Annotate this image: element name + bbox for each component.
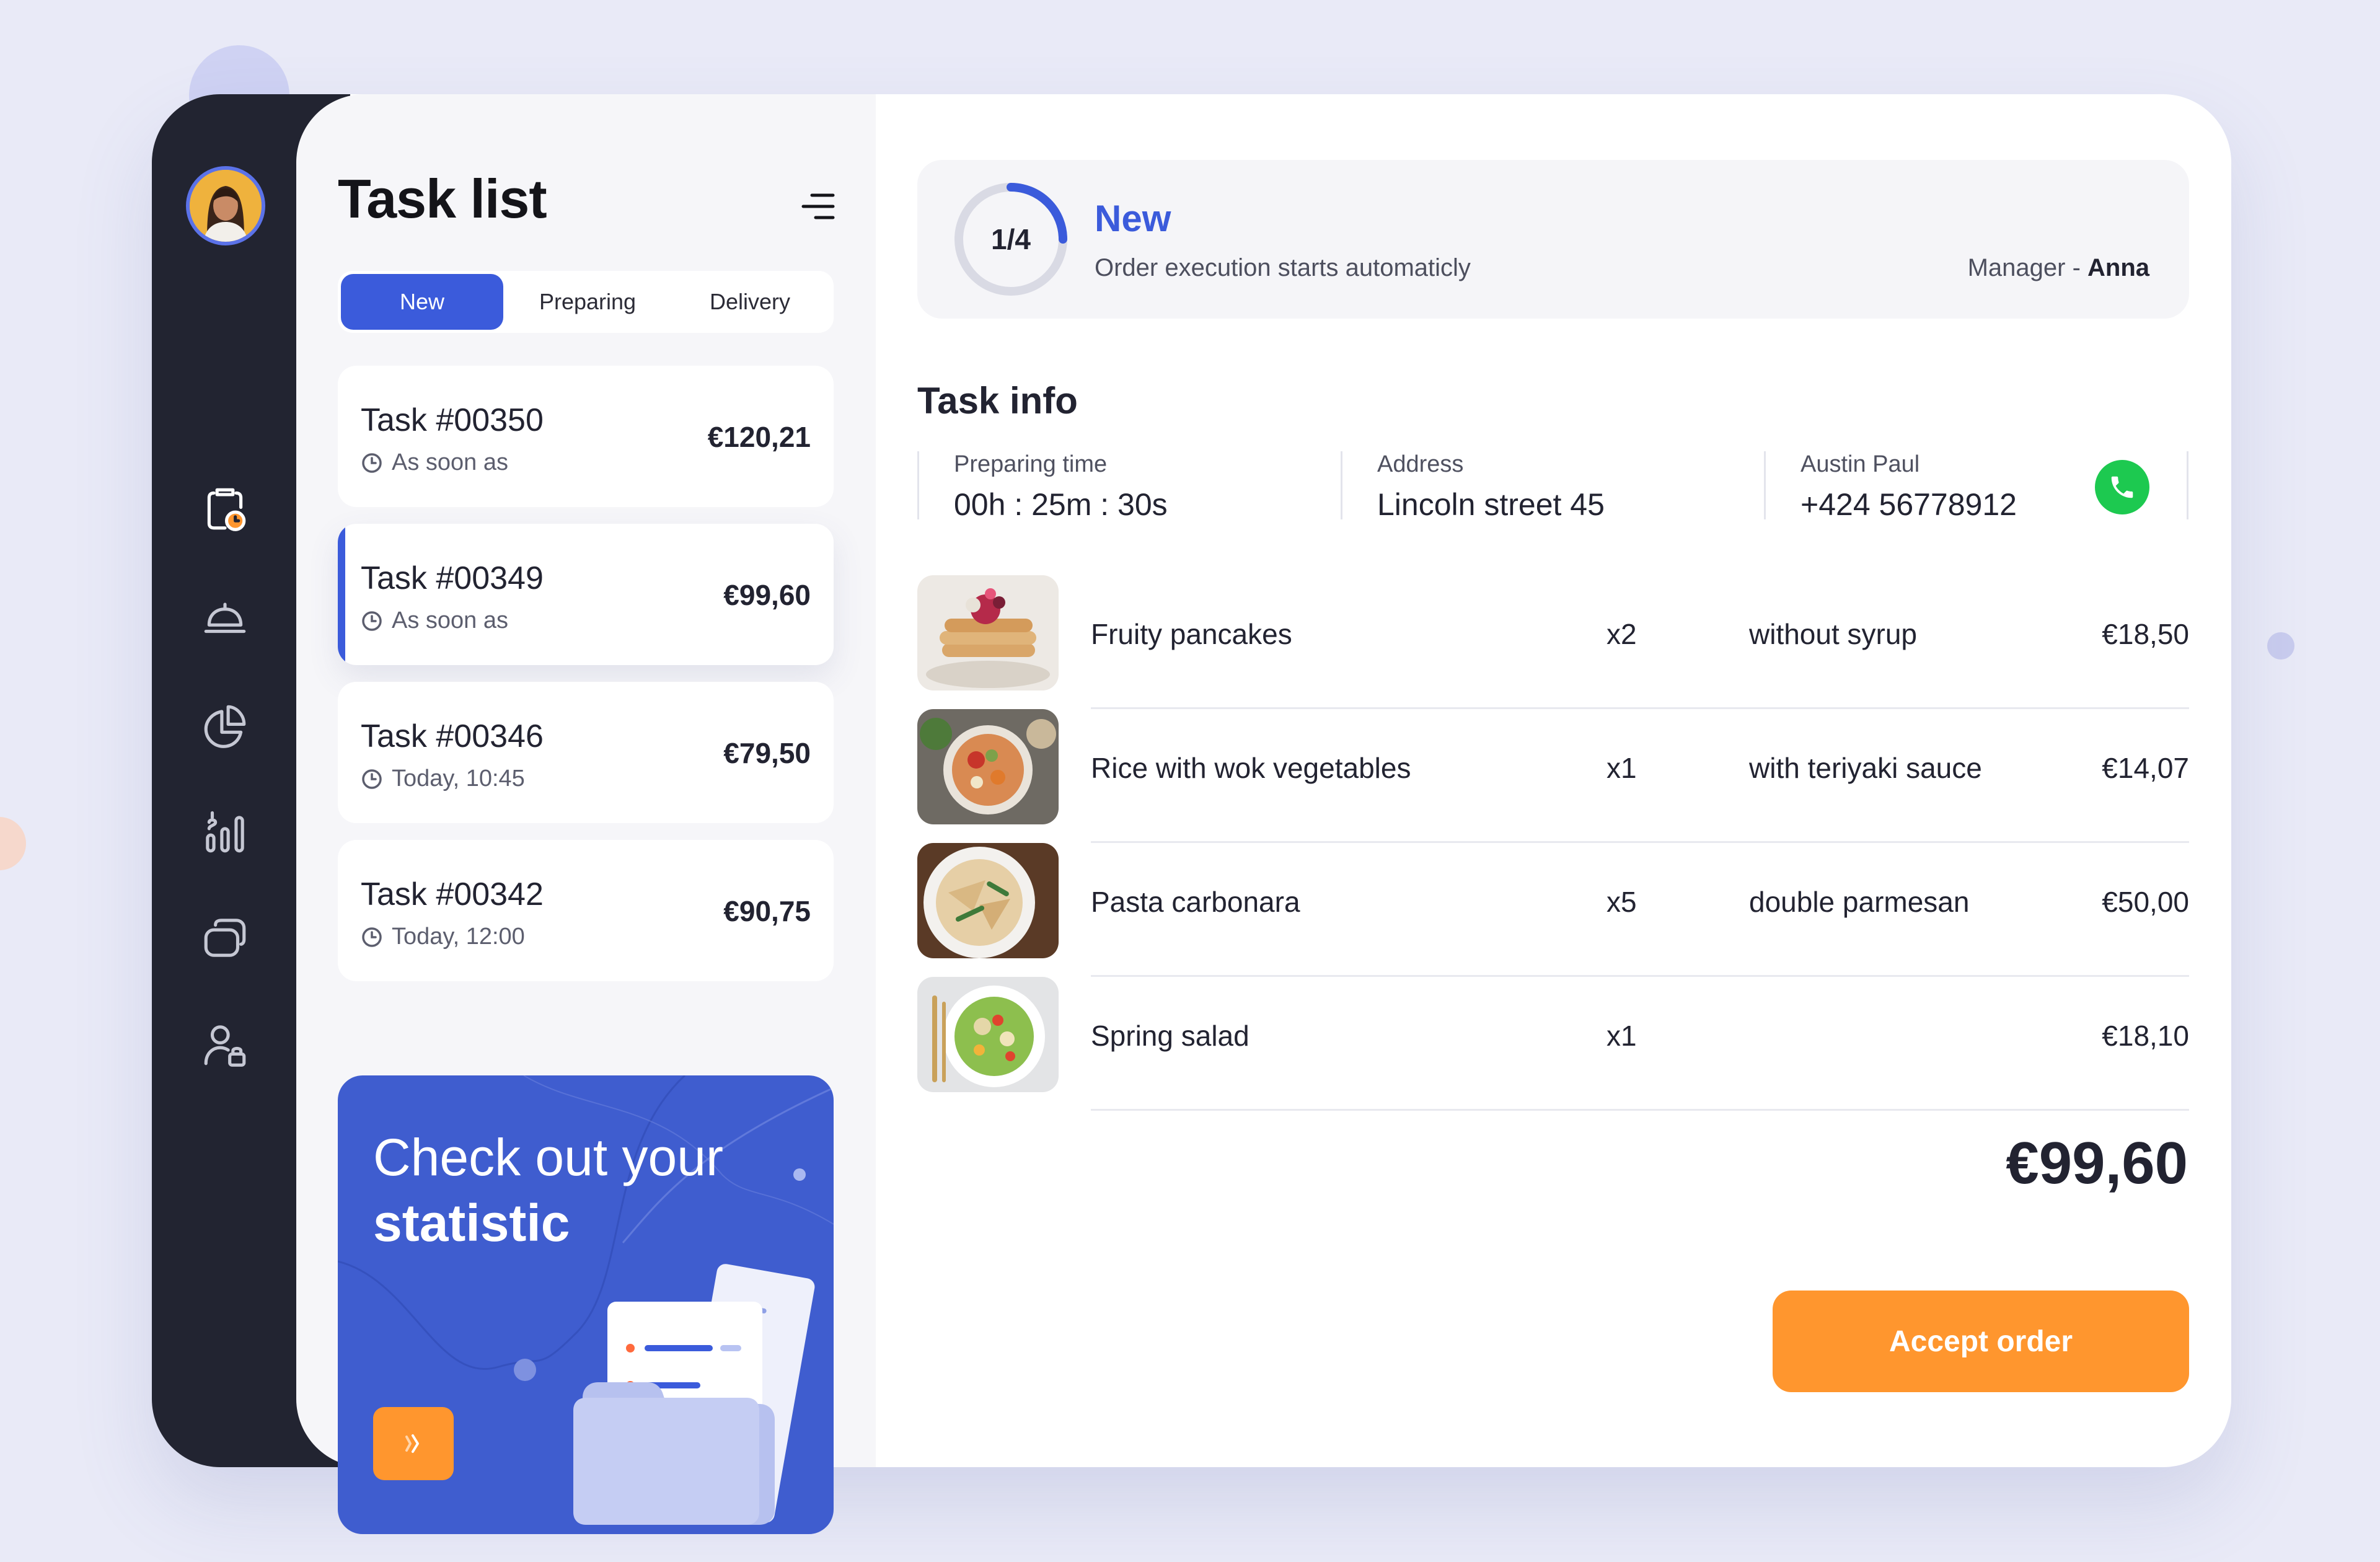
cards-icon[interactable] [197,910,253,966]
chevron-right-icon [405,1434,419,1453]
task-price: €120,21 [707,421,811,453]
user-lock-icon[interactable] [197,1017,253,1072]
item-name: Spring salad [1091,1020,1250,1052]
manager-name: Anna [2087,254,2149,281]
progress-label: 1/4 [991,223,1031,255]
finance-bars-icon[interactable] [197,804,253,860]
item-note: with teriyaki sauce [1749,752,1982,784]
cloche-icon[interactable] [197,591,253,646]
order-total: €99,60 [2006,1130,2188,1196]
address: Address Lincoln street 45 [1341,451,1762,522]
filter-menu-icon[interactable] [800,188,837,225]
task-time: As soon as [361,449,508,476]
task-card-selected[interactable]: Task #00349 As soon as €99,60 [338,524,834,665]
preparing-time-label: Preparing time [954,451,1108,477]
task-price: €79,50 [723,737,811,769]
item-quantity: x2 [1606,618,1637,650]
task-number: Task #00350 [361,402,544,438]
address-label: Address [1377,451,1464,477]
order-item-row[interactable]: Rice with wok vegetables x1 with teriyak… [917,709,2189,843]
status-tabs: New Preparing Delivery [338,271,834,333]
contact-phone[interactable]: +424 56778912 [1800,487,2074,523]
task-number: Task #00346 [361,718,544,754]
info-divider [2187,451,2188,519]
item-price: €14,07 [2102,752,2189,784]
status-title: New [1095,198,1171,239]
task-price: €90,75 [723,895,811,927]
statistic-promo-card: Check out your statistic [338,1075,834,1534]
salad-photo [917,977,1059,1092]
item-name: Pasta carbonara [1091,886,1300,918]
task-time-text: As soon as [392,449,508,475]
task-time: As soon as [361,607,508,634]
tab-delivery[interactable]: Delivery [669,274,831,330]
contact: Austin Paul +424 56778912 [1764,451,2074,522]
clock-icon [362,611,382,631]
call-button[interactable] [2095,460,2149,514]
item-name: Rice with wok vegetables [1091,752,1411,784]
preparing-time: Preparing time 00h : 25m : 30s [917,451,1339,522]
clock-icon [362,927,382,947]
orders-clock-icon[interactable] [197,481,253,537]
item-quantity: x1 [1606,752,1637,784]
accept-order-button[interactable]: Accept order [1773,1291,2189,1392]
item-price: €50,00 [2102,886,2189,918]
item-price: €18,10 [2102,1020,2189,1052]
task-time-text: As soon as [392,607,508,633]
promo-next-button[interactable] [373,1407,454,1480]
item-quantity: x5 [1606,886,1637,918]
task-card[interactable]: Task #00342 Today, 12:00 €90,75 [338,840,834,981]
background-dot [2267,632,2294,660]
clock-icon [362,769,382,789]
task-time-text: Today, 10:45 [392,766,525,792]
pancakes-photo [917,575,1059,691]
item-name: Fruity pancakes [1091,618,1292,650]
task-card[interactable]: Task #00350 As soon as €120,21 [338,366,834,507]
item-note: double parmesan [1749,886,1970,918]
task-price: €99,60 [723,579,811,611]
task-number: Task #00342 [361,876,544,912]
order-item-row[interactable]: Fruity pancakes x2 without syrup €18,50 [917,575,2189,709]
manager-label: Manager - [1967,254,2087,281]
task-time-text: Today, 12:00 [392,924,525,950]
avatar[interactable] [186,166,265,245]
divider [1091,1109,2189,1111]
selection-indicator [338,524,345,665]
preparing-time-value: 00h : 25m : 30s [954,487,1168,522]
order-item-row[interactable]: Spring salad x1 €18,10 [917,977,2189,1111]
phone-icon [2111,476,2133,498]
tab-new[interactable]: New [341,274,503,330]
manager-info: Manager - Anna [1968,254,2149,282]
clock-icon [362,452,382,473]
pasta-photo [917,843,1059,958]
contact-name: Austin Paul [1800,451,1920,477]
task-time: Today, 12:00 [361,924,525,950]
item-quantity: x1 [1606,1020,1637,1052]
task-time: Today, 10:45 [361,766,525,792]
promo-title-line2: statistic [373,1194,570,1252]
task-info-title: Task info [917,380,1078,421]
task-card[interactable]: Task #00346 Today, 10:45 €79,50 [338,682,834,823]
promo-title-line1: Check out your [373,1128,723,1186]
status-subtitle: Order execution starts automaticly [1095,254,1471,281]
tab-preparing[interactable]: Preparing [506,274,669,330]
task-number: Task #00349 [361,560,544,596]
pie-chart-icon[interactable] [197,698,253,754]
background-circle [0,817,26,870]
address-value: Lincoln street 45 [1377,487,1605,522]
task-list-title: Task list [338,168,547,229]
item-note: without syrup [1749,618,1918,650]
item-price: €18,50 [2102,618,2189,650]
rice-bowl-photo [917,709,1059,824]
order-item-row[interactable]: Pasta carbonara x5 double parmesan €50,0… [917,843,2189,977]
